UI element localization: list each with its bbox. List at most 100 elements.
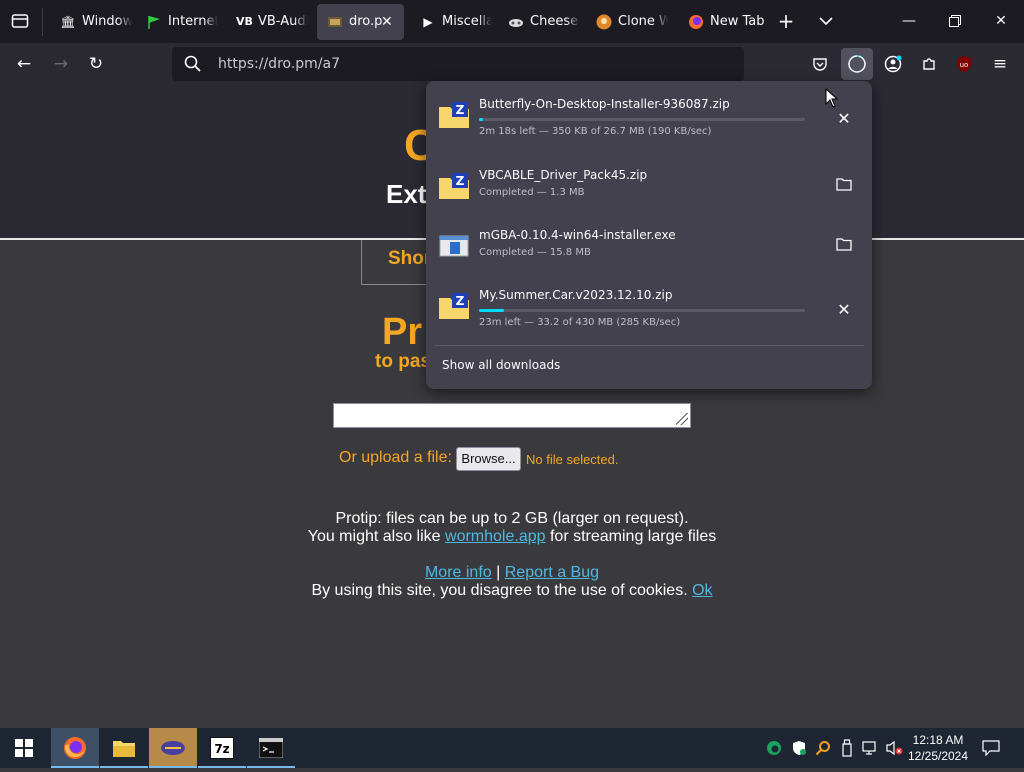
tab-dro-pm[interactable]: dro.p ✕ — [317, 4, 404, 40]
tab-window[interactable]: 🏛 Window — [50, 4, 132, 40]
url-bar[interactable]: https://dro.pm/a7 — [172, 47, 744, 81]
zip-icon: Z — [439, 102, 469, 128]
svg-text:Z: Z — [456, 294, 465, 308]
taskbar-7zip[interactable]: 7z — [198, 728, 246, 768]
edge-tray-icon[interactable] — [765, 738, 783, 758]
clock-date: 12/25/2024 — [907, 749, 969, 763]
reload-icon[interactable]: ↻ — [81, 49, 111, 79]
open-folder-icon[interactable] — [832, 172, 856, 196]
tab-cheese[interactable]: Cheese — [498, 4, 580, 40]
download-item[interactable]: Z Butterfly-On-Desktop-Installer-936087.… — [426, 81, 872, 141]
close-window-button[interactable]: ✕ — [978, 0, 1024, 43]
volume-muted-icon[interactable] — [885, 738, 905, 758]
flag-icon — [146, 14, 162, 30]
download-status: Completed — 1.3 MB — [479, 187, 585, 198]
no-file-label: No file selected. — [526, 452, 619, 467]
building-icon: 🏛 — [60, 15, 76, 29]
svg-text:uo: uo — [960, 61, 969, 69]
windows-taskbar: 7z 12:18 AM 12/25/2024 — [0, 728, 1024, 768]
restore-button[interactable] — [932, 0, 978, 43]
tab-divider — [42, 8, 43, 36]
account-icon[interactable] — [878, 49, 908, 79]
downloads-panel: Z Butterfly-On-Desktop-Installer-936087.… — [426, 81, 872, 389]
play-icon: ▶ — [423, 15, 433, 29]
security-shield-icon[interactable] — [790, 738, 808, 758]
report-bug-link[interactable]: Report a Bug — [505, 564, 599, 581]
cookie-notice: By using this site, you disagree to the … — [0, 582, 1024, 600]
browse-button[interactable]: Browse... — [456, 447, 521, 471]
usb-device-icon[interactable] — [838, 738, 856, 758]
upload-label: Or upload a file: — [339, 449, 452, 466]
cancel-download-icon[interactable]: ✕ — [832, 107, 856, 131]
footer-links: More info | Report a Bug — [0, 564, 1024, 582]
download-filename: VBCABLE_Driver_Pack45.zip — [479, 168, 648, 182]
search-tray-icon[interactable] — [814, 738, 832, 758]
url-text[interactable]: https://dro.pm/a7 — [218, 47, 340, 81]
download-item[interactable]: Z My.Summer.Car.v2023.12.10.zip 23m left… — [426, 272, 872, 332]
clone-icon — [596, 14, 612, 30]
site-subtitle: Ext — [386, 179, 427, 209]
download-status: 23m left — 33.2 of 430 MB (285 KB/sec) — [479, 317, 681, 328]
taskbar-firefox[interactable] — [51, 728, 99, 768]
taskbar-file-explorer[interactable] — [100, 728, 148, 768]
download-status: Completed — 15.8 MB — [479, 247, 591, 258]
protip-text: You might also like — [307, 528, 441, 545]
cookie-ok-link[interactable]: Ok — [692, 582, 712, 599]
tab-clone[interactable]: Clone W — [586, 4, 668, 40]
new-tab-plus-icon[interactable]: + — [774, 0, 798, 43]
forward-arrow-icon[interactable]: → — [46, 49, 76, 79]
start-button[interactable] — [0, 728, 48, 768]
firefox-icon — [64, 737, 86, 759]
more-info-link[interactable]: More info — [425, 564, 492, 581]
download-item[interactable]: Z VBCABLE_Driver_Pack45.zip Completed — … — [426, 152, 872, 212]
taskbar-terminal[interactable] — [247, 728, 295, 768]
network-icon[interactable] — [861, 738, 881, 758]
show-all-downloads-link[interactable]: Show all downloads — [442, 358, 560, 372]
windows-logo-icon — [15, 739, 33, 757]
open-folder-icon[interactable] — [832, 232, 856, 256]
download-progress-bar — [479, 309, 805, 312]
search-icon — [184, 55, 201, 72]
mouse-cursor-icon — [825, 88, 839, 108]
tab-new-tab[interactable]: New Tab — [678, 4, 768, 40]
exe-icon — [439, 235, 469, 257]
back-arrow-icon[interactable]: ← — [9, 49, 39, 79]
tab-miscella[interactable]: ▶ Miscella — [410, 4, 492, 40]
svg-text:7z: 7z — [214, 742, 229, 756]
firefox-view-icon[interactable] — [8, 0, 32, 47]
notification-center-icon[interactable] — [980, 738, 1002, 758]
list-tabs-chevron-icon[interactable] — [814, 0, 838, 43]
protip-line-1: Protip: files can be up to 2 GB (larger … — [335, 510, 689, 527]
close-tab-icon[interactable]: ✕ — [381, 4, 393, 40]
hamburger-menu-icon[interactable]: ≡ — [985, 49, 1015, 79]
download-filename: mGBA-0.10.4-win64-installer.exe — [479, 228, 676, 242]
system-clock[interactable]: 12:18 AM 12/25/2024 — [906, 732, 970, 764]
download-filename: My.Summer.Car.v2023.12.10.zip — [479, 288, 673, 302]
minimize-button[interactable]: — — [886, 0, 932, 43]
downloads-button[interactable] — [841, 48, 873, 80]
zip-icon: Z — [439, 293, 469, 319]
paste-textarea[interactable] — [333, 403, 691, 428]
download-filename: Butterfly-On-Desktop-Installer-936087.zi… — [479, 97, 730, 111]
tab-internet[interactable]: Internet — [136, 4, 218, 40]
protip-line-2: You might also like wormhole.app for str… — [0, 528, 1024, 546]
taskbar-winamp[interactable] — [149, 728, 197, 768]
paste-subheading: to pas — [375, 351, 431, 372]
terminal-icon — [258, 737, 284, 759]
download-progress-icon — [848, 55, 866, 73]
cancel-download-icon[interactable]: ✕ — [832, 298, 856, 322]
download-item[interactable]: mGBA-0.10.4-win64-installer.exe Complete… — [426, 212, 872, 272]
resize-grip-icon[interactable] — [676, 413, 688, 425]
cookie-text: By using this site, you disagree to the … — [311, 582, 688, 599]
wormhole-link[interactable]: wormhole.app — [445, 528, 546, 545]
extensions-puzzle-icon[interactable] — [914, 49, 944, 79]
7zip-icon: 7z — [210, 737, 234, 759]
link-separator: | — [496, 564, 501, 581]
dro-icon — [327, 14, 343, 30]
download-progress-bar — [479, 118, 805, 121]
tab-vb-audio[interactable]: VB VB-Audi — [226, 4, 308, 40]
ublock-icon[interactable]: uo — [949, 49, 979, 79]
svg-text:Z: Z — [456, 103, 465, 117]
protip-text-end: for streaming large files — [549, 528, 717, 545]
pocket-icon[interactable] — [805, 49, 835, 79]
